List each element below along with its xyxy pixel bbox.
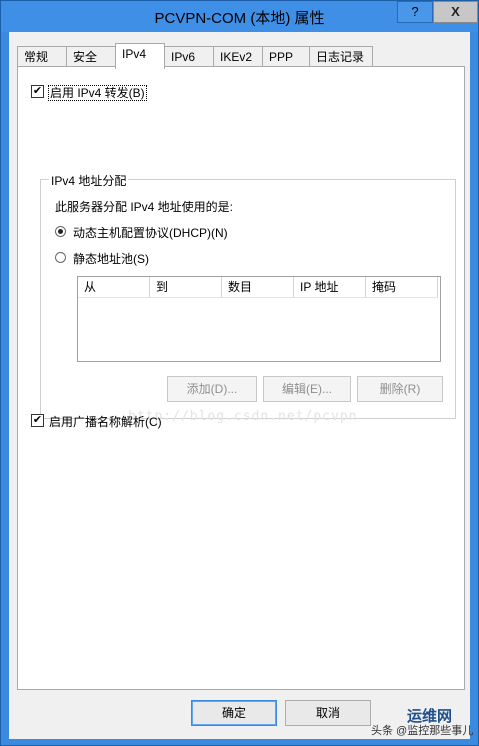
tab-security[interactable]: 安全	[66, 46, 116, 68]
title-bar[interactable]: PCVPN-COM (本地) 属性 ? X	[1, 1, 478, 32]
enable-ipv4-forwarding-text: 启用 IPv4 转发(B)	[48, 85, 147, 101]
properties-window: PCVPN-COM (本地) 属性 ? X 常规 安全 IPv4 IPv6 IK…	[0, 0, 479, 746]
tab-ikev2[interactable]: IKEv2	[213, 46, 263, 68]
static-pool-list[interactable]: 从 到 数目 IP 地址 掩码	[77, 276, 441, 362]
column-count[interactable]: 数目	[222, 277, 294, 298]
tab-ppp[interactable]: PPP	[262, 46, 310, 68]
tab-ipv4[interactable]: IPv4	[115, 43, 165, 69]
delete-button[interactable]: 删除(R)	[357, 376, 443, 402]
watermark-text: http://blog.csdn.net/pcvpn	[128, 409, 358, 424]
cancel-button[interactable]: 取消	[285, 700, 371, 726]
dhcp-radio-label[interactable]: 动态主机配置协议(DHCP)(N)	[73, 224, 228, 241]
column-to[interactable]: 到	[150, 277, 222, 298]
column-ip-address[interactable]: IP 地址	[294, 277, 366, 298]
brand-watermark: 运维网 头条 @监控那些事儿	[367, 699, 473, 737]
static-pool-radio[interactable]	[55, 252, 66, 263]
list-header: 从 到 数目 IP 地址 掩码	[78, 277, 440, 298]
close-button[interactable]: X	[433, 1, 478, 23]
ipv4-address-assignment-group: IPv4 地址分配 此服务器分配 IPv4 地址使用的是: 动态主机配置协议(D…	[40, 172, 456, 419]
brand-subtitle: 头条 @监控那些事儿	[371, 725, 474, 737]
ipv4-tab-panel: ✔ 启用 IPv4 转发(B) IPv4 地址分配 此服务器分配 IPv4 地址…	[17, 66, 465, 690]
enable-ipv4-forwarding-label[interactable]: 启用 IPv4 转发(B)	[48, 84, 147, 101]
dialog-client: 常规 安全 IPv4 IPv6 IKEv2 PPP 日志记录 ✔ 启用 IPv4…	[9, 32, 473, 739]
add-button[interactable]: 添加(D)...	[167, 376, 257, 402]
enable-broadcast-label[interactable]: 启用广播名称解析(C)	[49, 413, 162, 430]
enable-broadcast-checkbox[interactable]: ✔	[31, 414, 44, 427]
column-from[interactable]: 从	[78, 277, 150, 298]
column-mask[interactable]: 掩码	[366, 277, 438, 298]
assignment-description: 此服务器分配 IPv4 地址使用的是:	[55, 200, 234, 214]
dhcp-radio[interactable]	[55, 226, 66, 237]
radio-selected-dot	[58, 229, 63, 234]
help-button[interactable]: ?	[397, 1, 433, 23]
group-title: IPv4 地址分配	[49, 172, 129, 189]
enable-ipv4-forwarding-checkbox[interactable]: ✔	[31, 85, 44, 98]
ok-button[interactable]: 确定	[191, 700, 277, 726]
tab-ipv6[interactable]: IPv6	[164, 46, 214, 68]
tab-general[interactable]: 常规	[17, 46, 67, 68]
static-pool-radio-label[interactable]: 静态地址池(S)	[73, 250, 149, 267]
tab-logging[interactable]: 日志记录	[309, 46, 373, 68]
edit-button[interactable]: 编辑(E)...	[263, 376, 351, 402]
